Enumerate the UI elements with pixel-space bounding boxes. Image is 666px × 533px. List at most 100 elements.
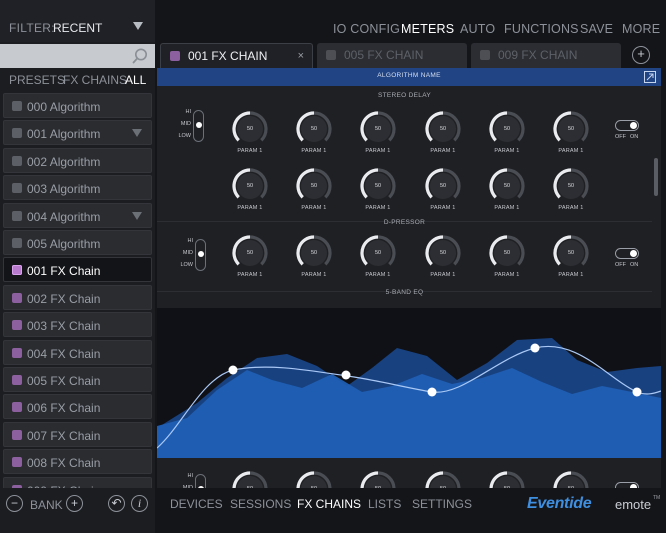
list-item[interactable]: 004 Algorithm <box>3 202 152 228</box>
algorithm-icon <box>12 101 22 111</box>
param-knob[interactable]: 50PARAM 1 <box>357 167 399 215</box>
param-knob[interactable]: 50PARAM 1 <box>486 110 528 158</box>
tab-all[interactable]: ALL <box>125 73 146 87</box>
range-track[interactable] <box>195 239 206 271</box>
expand-triangle-icon[interactable] <box>132 129 142 138</box>
list-item[interactable]: 005 FX Chain <box>3 367 152 392</box>
tab-fx-chains[interactable]: FX CHAINS <box>63 73 127 87</box>
tab-presets[interactable]: PRESETS <box>9 73 65 87</box>
param-knob[interactable]: 50PARAM 1 <box>293 470 335 488</box>
doc-tab-001-fx-chain[interactable]: 001 FX CHAIN × <box>160 43 313 68</box>
knob-value: 50 <box>246 126 254 132</box>
range-track[interactable] <box>193 110 204 142</box>
eq-band-1-handle <box>228 365 238 375</box>
list-item[interactable]: 005 Algorithm <box>3 230 152 255</box>
trademark: TM <box>653 495 661 501</box>
bypass-toggle[interactable]: OFF ON <box>613 120 649 144</box>
list-item[interactable]: 002 Algorithm <box>3 147 152 173</box>
doc-tab-005-fx-chain[interactable]: 005 FX CHAIN <box>317 43 467 68</box>
range-selector[interactable]: HIMIDLOW <box>167 473 209 488</box>
fx-chain-icon <box>12 402 22 413</box>
nav-io-config[interactable]: IO CONFIG <box>333 22 400 36</box>
param-knob[interactable]: 50PARAM 1 <box>293 167 335 215</box>
toggle-switch[interactable] <box>615 120 639 131</box>
doc-tab-label: 005 FX CHAIN <box>344 48 424 62</box>
list-item[interactable]: 003 Algorithm <box>3 175 152 201</box>
close-icon[interactable]: × <box>298 50 304 62</box>
list-item[interactable]: 003 FX Chain <box>3 312 152 338</box>
eq-graph[interactable] <box>157 308 661 458</box>
bypass-toggle[interactable]: OFF ON <box>613 248 649 272</box>
doc-tab-009-fx-chain[interactable]: 009 FX CHAIN <box>471 43 621 68</box>
bank-next-button[interactable]: + <box>66 495 83 512</box>
search-input[interactable] <box>0 44 155 68</box>
bank-controls: − BANK + ↶ i <box>0 488 155 533</box>
add-tab-button[interactable]: + <box>632 46 650 64</box>
list-item[interactable]: 001 Algorithm <box>3 120 152 146</box>
param-knob[interactable]: 50PARAM 1 <box>486 234 528 282</box>
param-knob[interactable]: 50PARAM 1 <box>550 470 592 488</box>
range-track[interactable] <box>195 474 206 488</box>
filter-dropdown[interactable]: FILTER: RECENT <box>0 0 155 42</box>
list-item[interactable]: 004 FX Chain <box>3 339 152 365</box>
knob-value: 50 <box>246 250 254 256</box>
param-knob[interactable]: 50PARAM 1 <box>486 470 528 488</box>
search-icon[interactable] <box>131 47 149 65</box>
param-knob[interactable]: 50PARAM 1 <box>229 167 271 215</box>
range-low-label: LOW <box>180 262 193 268</box>
param-knob[interactable]: 50PARAM 1 <box>486 167 528 215</box>
bank-prev-button[interactable]: − <box>6 495 23 512</box>
nav-sessions[interactable]: SESSIONS <box>230 497 291 511</box>
knob-label: PARAM 1 <box>558 148 584 154</box>
list-item[interactable]: 002 FX Chain <box>3 284 152 310</box>
undo-icon[interactable]: ↶ <box>108 495 125 512</box>
param-knob[interactable]: 50PARAM 1 <box>293 110 335 158</box>
nav-more[interactable]: MORE <box>622 22 660 36</box>
list-item[interactable]: 008 FX Chain <box>3 449 152 475</box>
nav-settings[interactable]: SETTINGS <box>412 497 472 511</box>
expand-triangle-icon[interactable] <box>132 211 142 220</box>
filter-label: FILTER: <box>9 21 55 35</box>
param-knob[interactable]: 50PARAM 1 <box>229 110 271 158</box>
nav-auto[interactable]: AUTO <box>460 22 495 36</box>
param-knob[interactable]: 50PARAM 1 <box>422 470 464 488</box>
param-knob[interactable]: 50PARAM 1 <box>422 110 464 158</box>
list-item-label: 002 FX Chain <box>27 291 101 306</box>
knob-value: 50 <box>374 183 382 189</box>
param-knob[interactable]: 50PARAM 1 <box>357 110 399 158</box>
param-knob[interactable]: 50PARAM 1 <box>357 470 399 488</box>
scrollbar[interactable] <box>654 158 658 196</box>
param-knob[interactable]: 50PARAM 1 <box>550 110 592 158</box>
toggle-off-label: OFF <box>615 134 626 140</box>
algorithm-icon <box>12 183 22 194</box>
param-knob[interactable]: 50PARAM 1 <box>550 167 592 215</box>
range-selector[interactable]: HIMIDLOW <box>167 238 209 273</box>
param-knob[interactable]: 50PARAM 1 <box>422 234 464 282</box>
param-knob[interactable]: 50PARAM 1 <box>229 470 271 488</box>
param-knob[interactable]: 50PARAM 1 <box>550 234 592 282</box>
toggle-switch[interactable] <box>615 248 639 259</box>
nav-save[interactable]: SAVE <box>580 22 613 36</box>
param-knob[interactable]: 50PARAM 1 <box>357 234 399 282</box>
list-item[interactable]: 000 Algorithm <box>3 93 152 118</box>
param-knob[interactable]: 50PARAM 1 <box>229 234 271 282</box>
range-handle[interactable] <box>198 251 204 257</box>
nav-devices[interactable]: DEVICES <box>170 497 223 511</box>
list-item[interactable]: 006 FX Chain <box>3 394 152 420</box>
nav-meters[interactable]: METERS <box>401 22 454 36</box>
range-mid-label: MID <box>182 250 193 256</box>
list-item-label: 002 Algorithm <box>27 154 101 169</box>
list-item[interactable]: 007 FX Chain <box>3 421 152 447</box>
range-handle[interactable] <box>196 122 202 128</box>
param-knob[interactable]: 50PARAM 1 <box>422 167 464 215</box>
nav-fx-chains[interactable]: FX CHAINS <box>297 497 361 511</box>
range-selector[interactable]: HIMIDLOW <box>165 109 207 144</box>
range-hi-label: HI <box>185 109 192 115</box>
nav-functions[interactable]: FUNCTIONS <box>504 22 579 36</box>
param-knob[interactable]: 50PARAM 1 <box>293 234 335 282</box>
info-icon[interactable]: i <box>131 495 148 512</box>
list-item[interactable]: 001 FX Chain <box>3 257 152 283</box>
expand-icon[interactable] <box>644 71 656 83</box>
nav-lists[interactable]: LISTS <box>368 497 401 511</box>
algorithm-icon <box>12 210 22 221</box>
